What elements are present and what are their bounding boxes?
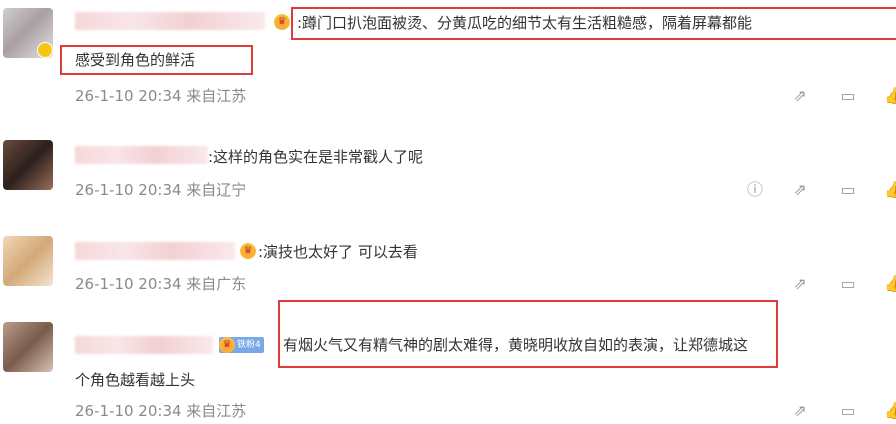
reply-icon[interactable]: ▭ — [838, 274, 858, 294]
timestamp-location: 26-1-10 20:34 来自辽宁 — [75, 181, 247, 199]
avatar[interactable] — [3, 322, 53, 372]
comment-item: :这样的角色实在是非常戳人了呢 26-1-10 20:34 来自辽宁 ⓘ ⇗ ▭… — [0, 120, 896, 220]
forward-icon[interactable]: ⇗ — [790, 401, 810, 421]
like-icon[interactable]: 👍 — [884, 180, 896, 200]
comment-item: ♛ :蹲门口扒泡面被烫、分黄瓜吃的细节太有生活粗糙感，隔着屏幕都能 感受到角色的… — [0, 0, 896, 120]
fan-badge-label: 铁粉4 — [237, 340, 261, 350]
username-blurred[interactable] — [75, 242, 235, 260]
avatar[interactable] — [3, 140, 53, 190]
comment-text-continued: 感受到角色的鲜活 — [75, 51, 196, 69]
forward-icon[interactable]: ⇗ — [790, 180, 810, 200]
like-icon[interactable]: 👍 — [884, 86, 896, 106]
comment-item: ♛ :演技也太好了 可以去看 26-1-10 20:34 来自广东 ⇗ ▭ 👍 — [0, 220, 896, 310]
like-icon[interactable]: 👍 — [884, 401, 896, 421]
fan-badge: ♛ 铁粉4 — [219, 337, 264, 353]
timestamp-location: 26-1-10 20:34 来自江苏 — [75, 402, 247, 420]
username-blurred[interactable] — [75, 336, 213, 354]
username-blurred[interactable] — [75, 12, 265, 30]
report-icon[interactable]: ⓘ — [745, 180, 765, 200]
reply-icon[interactable]: ▭ — [838, 180, 858, 200]
verified-badge-icon — [37, 42, 53, 58]
forward-icon[interactable]: ⇗ — [790, 274, 810, 294]
comment-text-continued: 个角色越看越上头 — [75, 371, 196, 389]
avatar[interactable] — [3, 236, 53, 286]
comment-text: :演技也太好了 可以去看 — [258, 243, 418, 261]
comment-text: :这样的角色实在是非常戳人了呢 — [208, 148, 424, 166]
highlight-box — [278, 300, 778, 368]
crown-badge-icon: ♛ — [274, 14, 290, 30]
like-icon[interactable]: 👍 — [884, 274, 896, 294]
crown-badge-icon: ♛ — [219, 337, 235, 353]
avatar[interactable] — [3, 8, 53, 58]
comment-item: ♛ 铁粉4 有烟火气又有精气神的剧太难得，黄晓明收放自如的表演，让郑德城这 个角… — [0, 300, 896, 424]
comment-text: :蹲门口扒泡面被烫、分黄瓜吃的细节太有生活粗糙感，隔着屏幕都能 — [297, 14, 753, 32]
forward-icon[interactable]: ⇗ — [790, 86, 810, 106]
reply-icon[interactable]: ▭ — [838, 86, 858, 106]
timestamp-location: 26-1-10 20:34 来自广东 — [75, 275, 247, 293]
username-blurred[interactable] — [75, 146, 208, 164]
crown-badge-icon: ♛ — [240, 243, 256, 259]
comment-text: 有烟火气又有精气神的剧太难得，黄晓明收放自如的表演，让郑德城这 — [283, 336, 749, 354]
timestamp-location: 26-1-10 20:34 来自江苏 — [75, 87, 247, 105]
reply-icon[interactable]: ▭ — [838, 401, 858, 421]
